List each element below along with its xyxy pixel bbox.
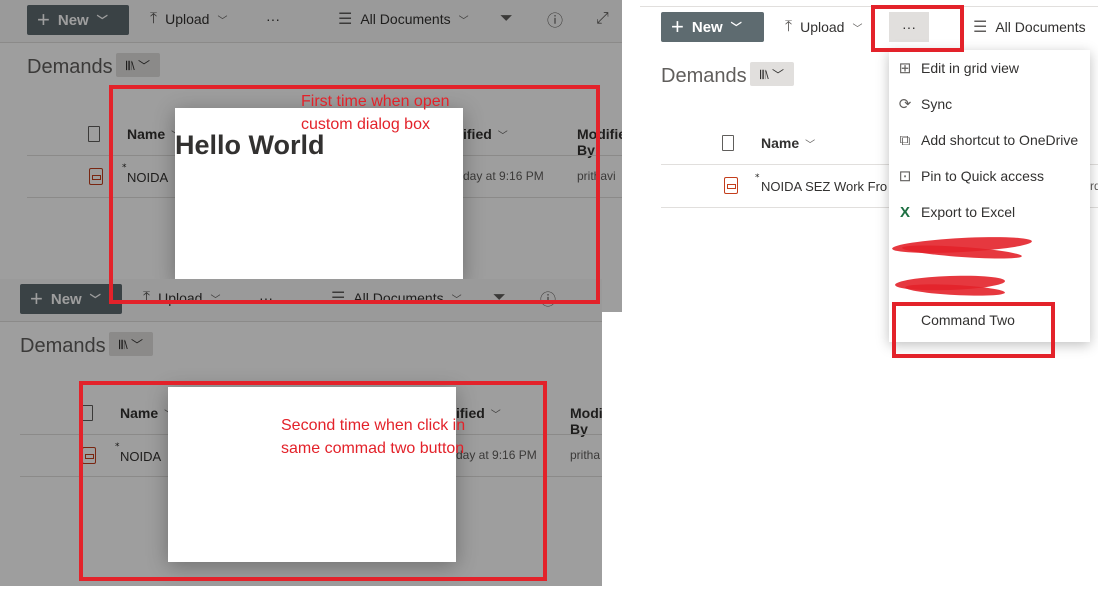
chevron-down-icon: ﹀ xyxy=(730,22,742,34)
library-icon: 𝄃𝄃\ ﹀ xyxy=(759,67,785,82)
column-name[interactable]: Name﹀ xyxy=(761,135,815,151)
upload-button[interactable]: ⤒ Upload ﹀ xyxy=(785,12,862,42)
file-modified-by: rd xyxy=(1090,179,1098,193)
menu-item-add-shortcut[interactable]: ⧉ Add shortcut to OneDrive xyxy=(889,122,1090,158)
menu-item-pin[interactable]: ⊡ Pin to Quick access xyxy=(889,158,1090,194)
pdf-icon xyxy=(724,177,738,194)
annotation-box-second xyxy=(79,381,547,581)
overflow-menu: ⊞ Edit in grid view ⟳ Sync ⧉ Add shortcu… xyxy=(889,50,1090,342)
view-selector[interactable]: ☰ All Documents xyxy=(973,12,1086,42)
menu-item-edit-grid[interactable]: ⊞ Edit in grid view xyxy=(889,50,1090,86)
excel-icon: X xyxy=(899,203,910,221)
library-title: Demands xyxy=(661,65,747,87)
shortcut-icon: ⧉ xyxy=(899,131,911,149)
file-type-icon xyxy=(722,135,734,151)
grid-icon: ⊞ xyxy=(898,60,912,77)
sync-icon: ⟳ xyxy=(898,96,912,113)
new-button[interactable]: + New ﹀ xyxy=(661,12,764,42)
menu-item-export-excel[interactable]: X Export to Excel xyxy=(889,194,1090,230)
annotation-box-command-two xyxy=(892,302,1055,358)
chevron-down-icon: ﹀ xyxy=(852,23,863,35)
annotation-first: First time when open custom dialog box xyxy=(301,93,450,133)
file-name[interactable]: NOIDA SEZ Work Fro xyxy=(761,179,887,194)
annotation-second: Second time when click in same commad tw… xyxy=(281,417,466,457)
upload-icon: ⤒ xyxy=(785,18,793,35)
list-view-icon: ☰ xyxy=(973,19,988,36)
annotation-box-more xyxy=(871,5,964,52)
menu-item-sync[interactable]: ⟳ Sync xyxy=(889,86,1090,122)
library-view-button[interactable]: 𝄃𝄃\ ﹀ xyxy=(750,62,794,86)
new-item-spark-icon: ⁎ xyxy=(755,169,760,179)
plus-icon: + xyxy=(671,14,684,39)
pin-icon: ⊡ xyxy=(898,168,912,185)
